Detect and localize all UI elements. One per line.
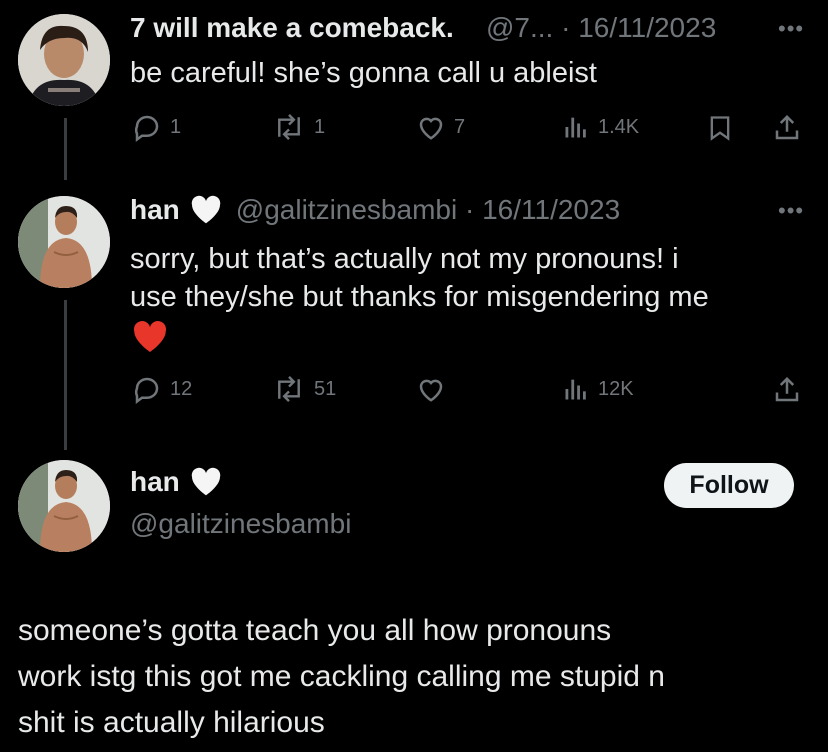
repost-count: 1 (314, 115, 326, 138)
bookmark-button[interactable] (706, 112, 734, 144)
like-button[interactable]: 7 (416, 112, 465, 142)
reply-count: 12 (170, 377, 193, 400)
share-button[interactable] (772, 112, 802, 144)
thread-line (64, 118, 67, 180)
like-count: 7 (454, 115, 466, 138)
reply-count: 1 (170, 115, 182, 138)
bookmark-icon (710, 116, 730, 141)
white-heart-icon (191, 467, 221, 496)
display-name[interactable]: 7 will make a comeback. (130, 12, 454, 44)
white-heart-icon (191, 195, 221, 224)
more-icon[interactable]: ••• (778, 16, 804, 42)
thread-line (64, 300, 67, 450)
like-button[interactable] (416, 374, 446, 404)
repost-button[interactable]: 51 (272, 374, 336, 404)
like-icon (419, 117, 443, 140)
tweet-text-line: use they/she but thanks for misgendering… (130, 281, 709, 313)
handle[interactable]: @galitzinesbambi (130, 508, 351, 540)
views-icon (565, 379, 586, 400)
share-icon (775, 114, 799, 140)
reply-button[interactable]: 12 (132, 374, 192, 404)
tweet-text-line: someone’s gotta teach you all how pronou… (18, 614, 612, 647)
repost-button[interactable]: 1 (272, 112, 325, 142)
views-icon (565, 117, 586, 138)
reply-icon (134, 115, 159, 142)
like-icon (419, 379, 443, 402)
author-row: han @galitzinesbambi · 16/11/2023 (130, 194, 620, 226)
repost-icon (278, 375, 300, 403)
handle-date[interactable]: @galitzinesbambi · 16/11/2023 (236, 194, 620, 226)
handle-date[interactable]: @7... · 16/11/2023 (486, 12, 716, 44)
repost-icon (278, 113, 300, 141)
reply-button[interactable]: 1 (132, 112, 181, 142)
display-name[interactable]: han (130, 466, 180, 498)
views-count: 1.4K (598, 115, 640, 138)
tweet-text: be careful! she’s gonna call u ableist (130, 57, 597, 89)
more-icon[interactable]: ••• (778, 198, 804, 224)
share-icon (775, 376, 799, 402)
tweet-text-line: work istg this got me cackling calling m… (18, 660, 665, 693)
reply-icon (134, 377, 159, 404)
share-button[interactable] (772, 374, 802, 406)
repost-count: 51 (314, 377, 337, 400)
views-button[interactable]: 1.4K (562, 112, 639, 142)
avatar[interactable] (18, 460, 110, 552)
display-name[interactable]: han (130, 194, 180, 226)
tweet-text-line: shit is actually hilarious (18, 706, 325, 739)
tweet-text-line: sorry, but that’s actually not my pronou… (130, 243, 679, 275)
red-heart-icon (133, 321, 167, 352)
follow-button[interactable]: Follow (664, 463, 794, 508)
views-count: 12K (598, 377, 634, 400)
avatar[interactable] (18, 14, 110, 106)
views-button[interactable]: 12K (562, 374, 634, 404)
author-row: han (130, 466, 222, 498)
avatar[interactable] (18, 196, 110, 288)
